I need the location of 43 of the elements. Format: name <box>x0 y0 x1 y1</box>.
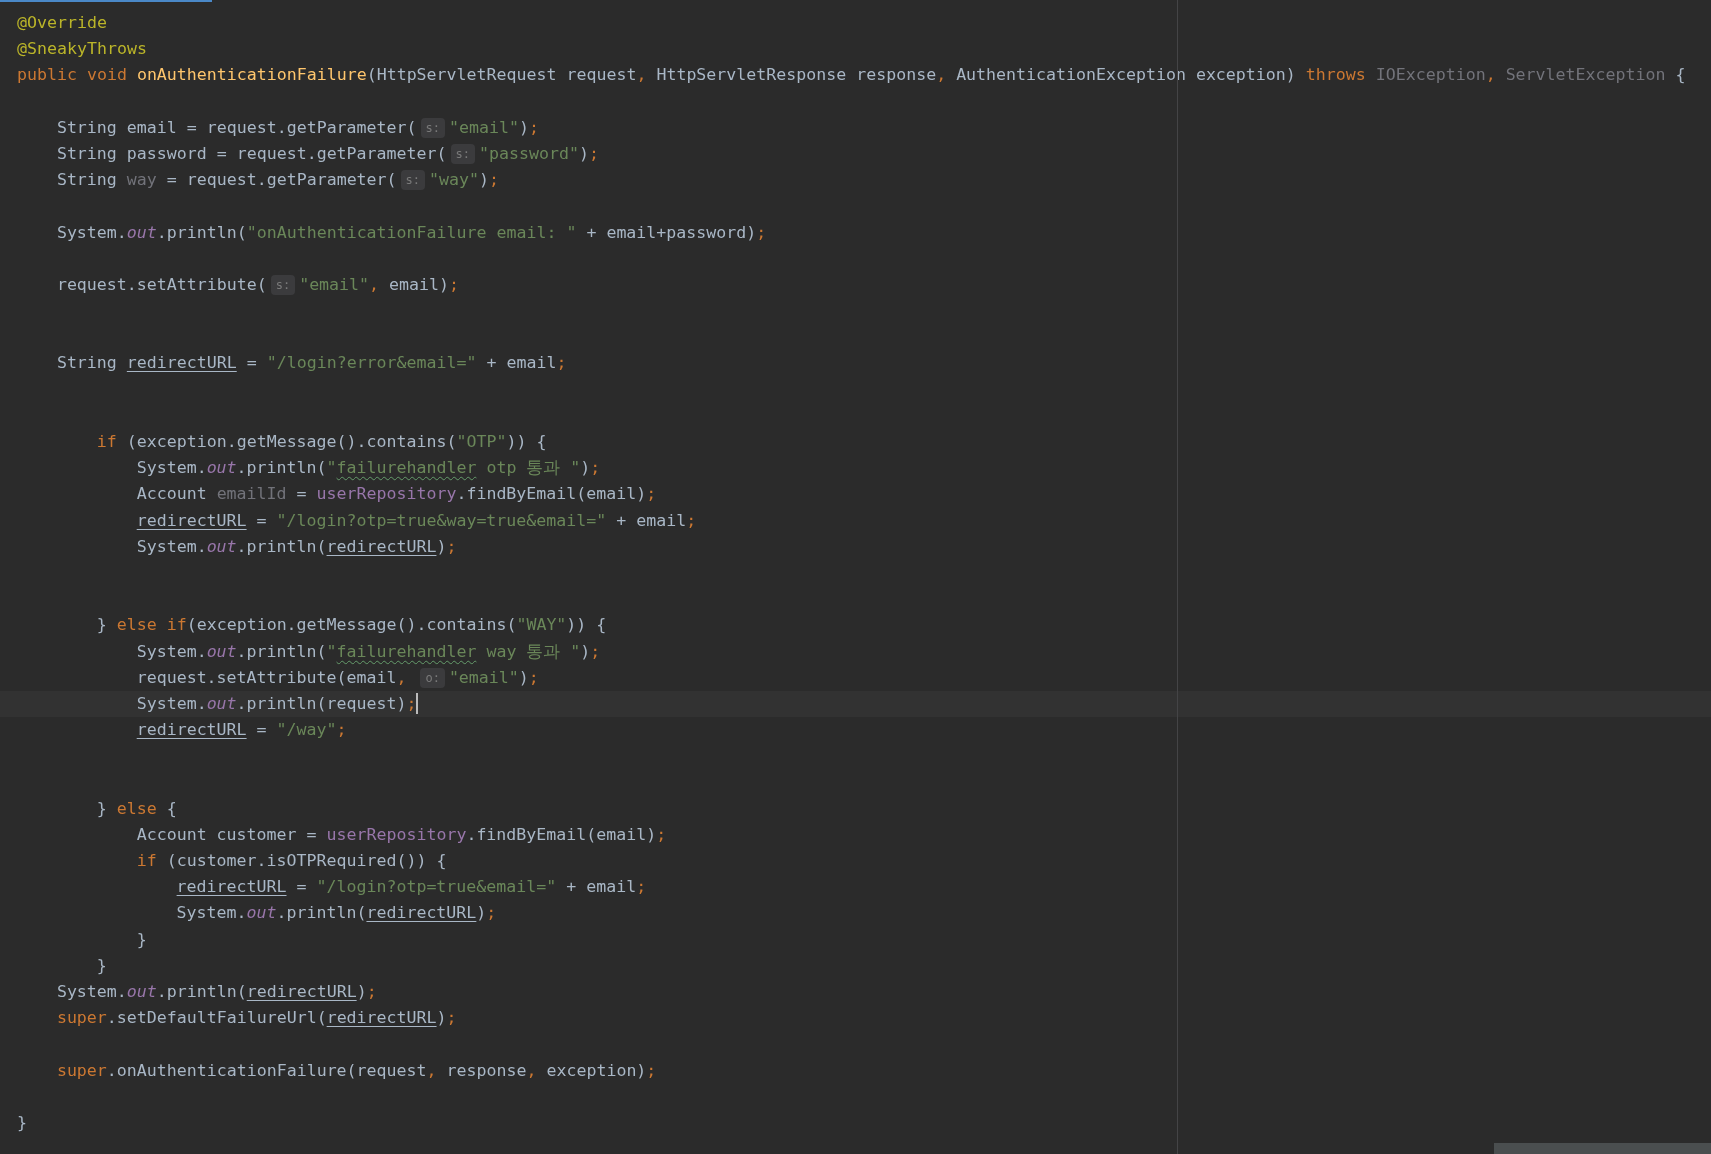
parameter-hint: s: <box>270 274 296 295</box>
code-text: Account emailId = userRepository.findByEmail(email); <box>136 483 657 506</box>
code-text: redirectURL = "/login?otp=true&email=" + email; <box>176 876 647 899</box>
code-text: System.out.println("failurehandler otp 통과 "); <box>136 457 601 480</box>
code-text: System.out.println(redirectURL); <box>136 535 457 558</box>
code-text: } <box>17 1111 27 1134</box>
code-text: Account customer = userRepository.findByEmail(email); <box>136 823 667 846</box>
scrollbar-thumb[interactable] <box>1494 1143 1711 1154</box>
code-text: "email"); <box>448 666 539 689</box>
code-text: if (customer.isOTPRequired()) { <box>136 850 447 872</box>
code-text: request.setAttribute(email, <box>136 666 408 689</box>
code-text: System.out.println("failurehandler way 통과 "); <box>136 640 601 663</box>
parameter-hint: s: <box>450 144 475 165</box>
code-text: } <box>136 928 147 951</box>
code-text: "way"); <box>429 169 499 192</box>
code-text: "email", email); <box>299 273 459 296</box>
code-text: redirectURL = "/login?otp=true&way=true&email=" + email; <box>136 509 697 532</box>
parameter-hint: s: <box>420 117 445 138</box>
code-text: if (exception.getMessage().contains("OTP")) { <box>96 431 547 453</box>
code-text: } <box>96 954 107 977</box>
code-editor[interactable] <box>0 0 1711 1154</box>
code-text: System.out.println(redirectURL); <box>56 980 377 1003</box>
code-text: String redirectURL = "/login?error&email=" + email; <box>56 352 567 375</box>
parameter-hint: o: <box>420 667 445 688</box>
code-text: String way = request.getParameter( <box>56 169 397 192</box>
code-text: String email = request.getParameter( <box>56 116 417 139</box>
parameter-hint: s: <box>400 170 426 191</box>
code-text: super.setDefaultFailureUrl(redirectURL); <box>56 1007 457 1030</box>
text-cursor <box>416 693 419 715</box>
code-text: System.out.println(request); <box>136 692 417 715</box>
code-text: } else if(exception.getMessage().contains("WAY")) { <box>96 614 607 637</box>
code-text: "email"); <box>449 116 539 139</box>
code-text: @Override <box>17 12 107 34</box>
code-text: "password"); <box>478 142 599 165</box>
code-text: public void onAuthenticationFailure(HttpServletRequest request, HttpServletResponse response, AuthenticationException exception) throws IOException, ServletException { <box>17 64 1686 87</box>
code-text: redirectURL = "/way"; <box>136 719 347 742</box>
code-text: String password = request.getParameter( <box>56 142 447 165</box>
code-text: System.out.println(redirectURL); <box>176 902 497 925</box>
code-text: } else { <box>96 797 177 820</box>
code-text: request.setAttribute( <box>56 273 267 296</box>
code-text: System.out.println("onAuthenticationFailure email: " + email+password); <box>56 221 767 244</box>
code-text: super.onAuthenticationFailure(request, response, exception); <box>56 1059 657 1082</box>
code-text: @SneakyThrows <box>17 38 147 61</box>
